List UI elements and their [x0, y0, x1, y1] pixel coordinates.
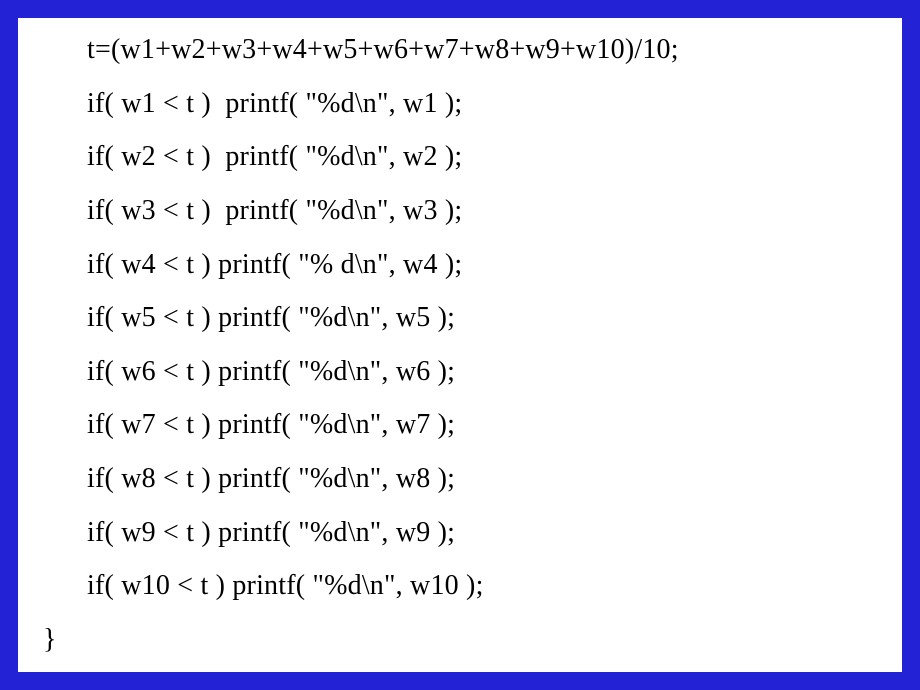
code-line: t=(w1+w2+w3+w4+w5+w6+w7+w8+w9+w10)/10;: [43, 36, 872, 64]
code-line: if( w6 < t ) printf( "%d\n", w6 );: [43, 358, 872, 386]
code-line: if( w3 < t ) printf( "%d\n", w3 );: [43, 197, 872, 225]
slide-content: t=(w1+w2+w3+w4+w5+w6+w7+w8+w9+w10)/10; i…: [18, 18, 902, 672]
code-line: if( w1 < t ) printf( "%d\n", w1 );: [43, 90, 872, 118]
code-line: if( w4 < t ) printf( "% d\n", w4 );: [43, 251, 872, 279]
code-line: }: [43, 626, 872, 654]
code-line: if( w7 < t ) printf( "%d\n", w7 );: [43, 411, 872, 439]
code-line: if( w9 < t ) printf( "%d\n", w9 );: [43, 519, 872, 547]
code-line: if( w5 < t ) printf( "%d\n", w5 );: [43, 304, 872, 332]
code-line: if( w2 < t ) printf( "%d\n", w2 );: [43, 143, 872, 171]
code-line: if( w8 < t ) printf( "%d\n", w8 );: [43, 465, 872, 493]
code-line: if( w10 < t ) printf( "%d\n", w10 );: [43, 572, 872, 600]
